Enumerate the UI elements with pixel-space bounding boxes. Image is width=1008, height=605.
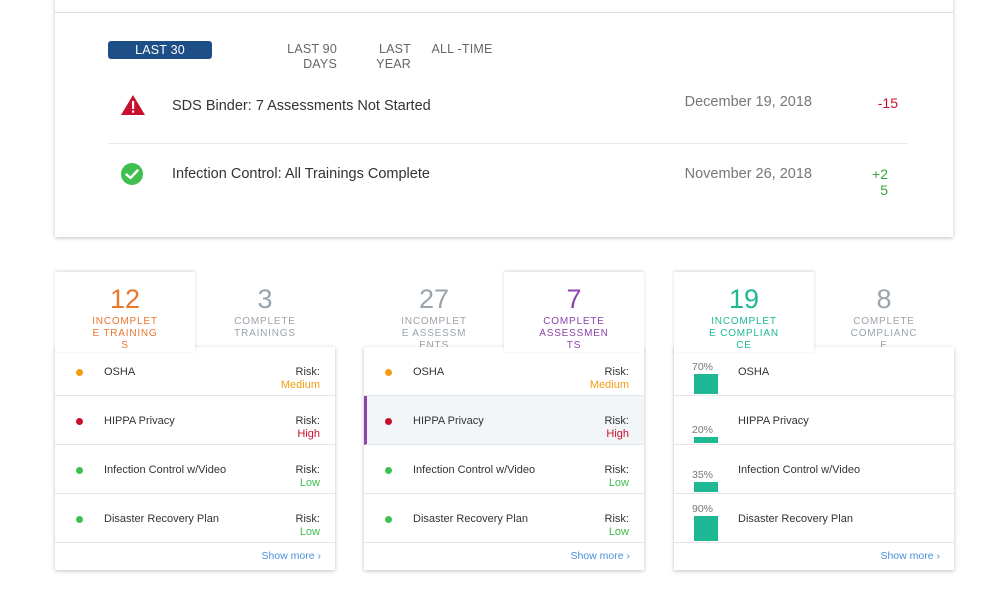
progress-fill <box>694 437 718 443</box>
activity-text: SDS Binder: 7 Assessments Not Started <box>172 98 431 114</box>
item-name: OSHA <box>413 366 445 378</box>
check-circle-icon <box>120 162 146 186</box>
progress-bar: 20% <box>692 396 722 444</box>
activity-text: Infection Control: All Trainings Complet… <box>172 166 430 182</box>
compliance-list: 70% OSHA 20% HIPPA Privacy 35% Infection… <box>674 347 954 570</box>
list-item[interactable]: Infection Control w/Video Risk: Low <box>364 445 644 494</box>
progress-bar: 35% <box>692 445 722 493</box>
progress-fill <box>694 516 718 541</box>
divider <box>55 12 953 13</box>
filter-last-year[interactable]: LAST YEAR <box>363 42 411 72</box>
list-item[interactable]: Disaster Recovery Plan Risk: Low <box>55 494 335 543</box>
item-name: OSHA <box>738 366 770 378</box>
item-name: HIPPA Privacy <box>738 415 809 427</box>
risk-indicator: Risk: Low <box>295 464 320 489</box>
progress-percent: 35% <box>692 469 714 481</box>
count: 19 <box>728 284 760 314</box>
risk-indicator: Risk: Low <box>295 513 320 538</box>
filter-last-90-days[interactable]: LAST 90 DAYS <box>257 42 337 72</box>
trainings-list: OSHA Risk: Medium HIPPA Privacy Risk: High… <box>55 347 335 570</box>
tab-complete-trainings[interactable]: 3 COMPLETE TRAININGS <box>195 272 335 348</box>
risk-indicator: Risk: High <box>295 415 320 440</box>
list-item[interactable]: 20% HIPPA Privacy <box>674 396 954 445</box>
trainings-widget: 12 INCOMPLETE TRAININGS 3 COMPLETE TRAIN… <box>55 272 335 570</box>
tab-complete-assessments[interactable]: 7 COMPLETE ASSESSMENTS <box>504 272 644 352</box>
activity-item[interactable]: Infection Control: All Trainings Complet… <box>108 162 908 202</box>
tab-label: COMPLETE ASSESSMENTS <box>539 316 609 351</box>
tab-label: INCOMPLETE COMPLIANCE <box>709 316 779 351</box>
list-item[interactable]: 90% Disaster Recovery Plan <box>674 494 954 543</box>
risk-dot <box>76 516 83 523</box>
tab-incomplete-compliance[interactable]: 19 INCOMPLETE COMPLIANCE <box>674 272 814 352</box>
progress-percent: 20% <box>692 424 714 436</box>
item-name: Infection Control w/Video <box>413 464 536 476</box>
count: 12 <box>109 284 141 314</box>
activity-delta: +25 <box>872 166 888 198</box>
risk-indicator: Risk: High <box>604 415 629 440</box>
risk-dot <box>385 516 392 523</box>
risk-dot <box>385 418 392 425</box>
risk-indicator: Risk: Low <box>604 464 629 489</box>
show-more-link[interactable]: Show more › <box>880 550 940 562</box>
list-item[interactable]: OSHA Risk: Medium <box>364 347 644 396</box>
show-more-link[interactable]: Show more › <box>570 550 630 562</box>
count: 3 <box>257 284 273 314</box>
list-item[interactable]: Disaster Recovery Plan Risk: Low <box>364 494 644 543</box>
activity-date: December 19, 2018 <box>684 94 812 110</box>
assessments-widget: 27 INCOMPLETE ASSESSMENTS 7 COMPLETE ASS… <box>364 272 644 570</box>
risk-dot <box>76 467 83 474</box>
list-item[interactable]: 70% OSHA <box>674 347 954 396</box>
compliance-widget: 19 INCOMPLETE COMPLIANCE 8 COMPLETE COMP… <box>674 272 954 570</box>
show-more-link[interactable]: Show more › <box>261 550 321 562</box>
activity-item[interactable]: SDS Binder: 7 Assessments Not Started De… <box>108 94 908 144</box>
tab-complete-compliance[interactable]: 8 COMPLETE COMPLIANCE <box>814 272 954 351</box>
item-name: Disaster Recovery Plan <box>738 513 853 525</box>
risk-dot <box>385 467 392 474</box>
filter-all-time[interactable]: ALL -TIME <box>427 42 497 57</box>
risk-dot <box>385 369 392 376</box>
activity-delta: -15 <box>877 95 898 111</box>
list-item[interactable]: HIPPA Privacy Risk: High <box>55 396 335 445</box>
progress-fill <box>694 482 718 492</box>
progress-bar: 90% <box>692 494 722 542</box>
list-item[interactable]: OSHA Risk: Medium <box>55 347 335 396</box>
list-item[interactable]: 35% Infection Control w/Video <box>674 445 954 494</box>
risk-indicator: Risk: Low <box>604 513 629 538</box>
risk-dot <box>76 418 83 425</box>
activity-card: LAST 30 LAST 90 DAYS LAST YEAR ALL -TIME… <box>55 0 953 237</box>
progress-fill <box>694 374 718 394</box>
progress-bar: 70% <box>692 347 722 395</box>
tab-incomplete-assessments[interactable]: 27 INCOMPLETE ASSESSMENTS <box>364 272 504 351</box>
tab-incomplete-trainings[interactable]: 12 INCOMPLETE TRAININGS <box>55 272 195 352</box>
activity-date: November 26, 2018 <box>684 166 812 182</box>
filter-last-30[interactable]: LAST 30 <box>108 41 212 59</box>
item-name: Infection Control w/Video <box>104 464 227 476</box>
item-name: HIPPA Privacy <box>413 415 484 427</box>
item-name: HIPPA Privacy <box>104 415 175 427</box>
risk-indicator: Risk: Medium <box>280 366 320 391</box>
tab-label: COMPLETE TRAININGS <box>234 316 296 339</box>
item-name: Disaster Recovery Plan <box>104 513 219 525</box>
warning-icon <box>120 94 146 118</box>
item-name: Infection Control w/Video <box>738 464 861 476</box>
count: 7 <box>566 284 582 314</box>
list-item[interactable]: Infection Control w/Video Risk: Low <box>55 445 335 494</box>
risk-dot <box>76 369 83 376</box>
progress-percent: 90% <box>692 503 714 515</box>
tab-label: INCOMPLETE TRAININGS <box>92 316 158 351</box>
item-name: Disaster Recovery Plan <box>413 513 528 525</box>
item-name: OSHA <box>104 366 136 378</box>
count: 8 <box>876 284 892 314</box>
progress-percent: 70% <box>692 361 714 373</box>
risk-indicator: Risk: Medium <box>589 366 629 391</box>
list-item-selected[interactable]: HIPPA Privacy Risk: High <box>364 396 644 445</box>
assessments-list: OSHA Risk: Medium HIPPA Privacy Risk: High… <box>364 347 644 570</box>
count: 27 <box>418 284 450 314</box>
